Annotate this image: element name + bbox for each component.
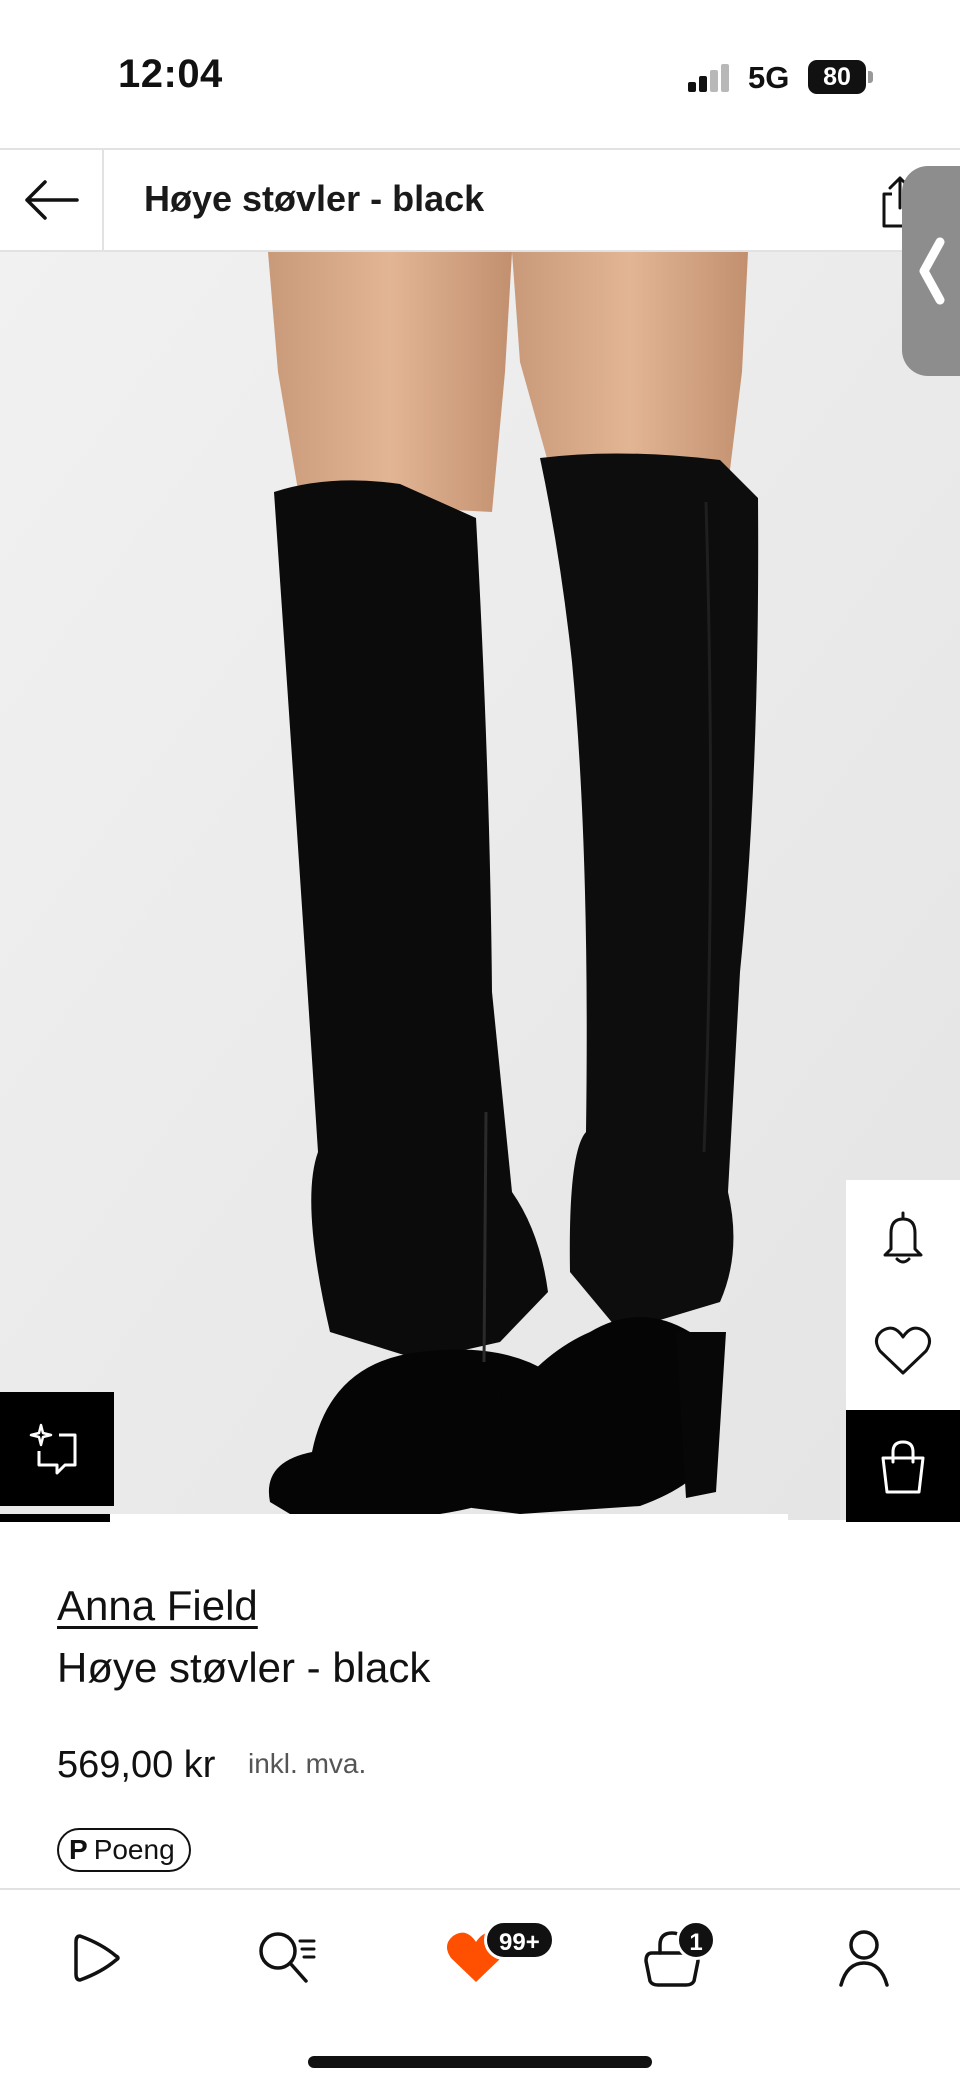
points-label: Poeng <box>93 1834 175 1865</box>
network-label: 5G <box>748 60 790 95</box>
gallery-progress-track <box>0 1514 788 1522</box>
boots-photo <box>0 252 960 1520</box>
points-icon: P <box>69 1834 88 1865</box>
sparkle-frame-icon <box>29 1423 77 1475</box>
bag-icon <box>881 1440 925 1494</box>
product-price: 569,00 kr <box>57 1744 216 1786</box>
vat-note: inkl. mva. <box>248 1748 367 1779</box>
points-badge[interactable]: P Poeng <box>57 1828 191 1872</box>
person-icon <box>839 1930 889 1987</box>
nav-search[interactable] <box>248 1918 328 1998</box>
product-info: Anna Field Høye støvler - black 569,00 k… <box>0 1522 960 1890</box>
product-page: 12:04 5G 80 Høye støvler - black Anna Fi… <box>0 0 960 2087</box>
back-button[interactable] <box>0 150 104 250</box>
wishlist-badge: 99+ <box>484 1920 555 1960</box>
signal-icon <box>688 64 736 92</box>
header-title: Høye støvler - black <box>144 178 485 219</box>
try-on-button[interactable] <box>0 1392 114 1506</box>
nav-profile[interactable] <box>824 1918 904 1998</box>
product-name: Høye støvler - black <box>57 1644 431 1691</box>
arrow-left-icon <box>25 180 79 220</box>
side-panel-tab[interactable] <box>902 166 960 376</box>
product-image[interactable] <box>0 252 960 1520</box>
play-icon <box>74 1934 120 1982</box>
battery-level: 80 <box>823 63 851 91</box>
brand-link[interactable]: Anna Field <box>57 1582 258 1630</box>
gallery-progress-indicator <box>0 1514 110 1522</box>
nav-cart[interactable]: 1 <box>632 1918 716 1998</box>
cart-badge: 1 <box>676 1920 716 1960</box>
bell-icon <box>883 1211 923 1264</box>
heart-icon <box>875 1326 931 1375</box>
product-header: Høye støvler - black <box>0 148 960 252</box>
nav-home[interactable] <box>56 1918 136 1998</box>
nav-wishlist[interactable]: 99+ <box>436 1918 555 1998</box>
add-to-bag-button[interactable] <box>846 1410 960 1524</box>
status-bar: 12:04 5G 80 <box>0 0 960 148</box>
status-time: 12:04 <box>118 52 223 96</box>
home-indicator <box>308 2056 652 2068</box>
battery-icon: 80 <box>808 60 874 94</box>
search-icon <box>259 1932 316 1983</box>
notify-button[interactable] <box>846 1180 960 1294</box>
action-panel <box>846 1180 960 1524</box>
wishlist-button[interactable] <box>846 1294 960 1408</box>
chevron-left-icon <box>919 237 945 305</box>
